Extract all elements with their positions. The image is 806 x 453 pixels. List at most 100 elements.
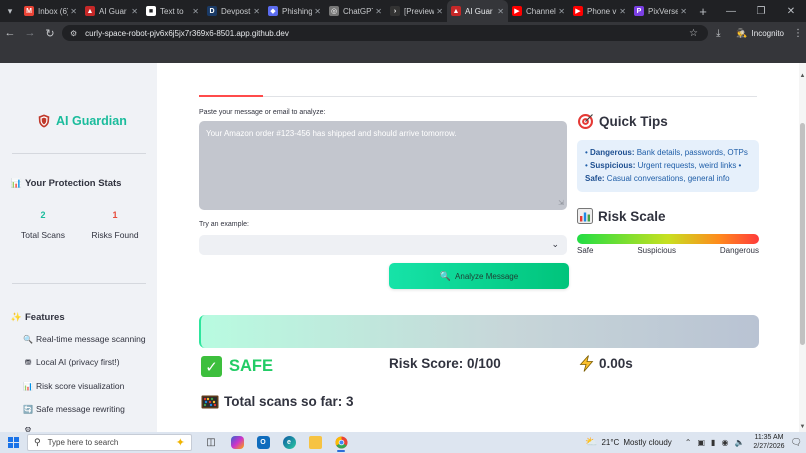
incognito-label: Incognito [751,28,784,38]
taskbar-clock[interactable]: 11:35 AM 2/27/2026 [753,434,784,451]
tab-close-icon[interactable]: ✕ [497,7,504,16]
browser-tab[interactable]: M Inbox (6) ✕ [20,0,81,22]
file-explorer-icon[interactable] [302,432,328,453]
browser-tab[interactable]: ■ Text to ✕ [142,0,203,22]
download-icon[interactable]: ⤓ [706,28,730,39]
browser-tab[interactable]: › [Preview ✕ [386,0,447,22]
tab-favicon-icon: D [207,6,217,16]
refresh-icon: 🔄 [23,404,33,414]
network-icon[interactable]: ▣ [697,438,705,447]
feature-item: ⛃ Local AI (privacy first!) [24,357,120,367]
close-window-icon[interactable]: ✕ [776,0,806,22]
verdict-text: SAFE [229,357,274,375]
scroll-thumb[interactable] [800,123,805,345]
browser-tab[interactable]: ▶ Channel ✕ [508,0,569,22]
stat-value: 1 [112,210,118,220]
wifi-icon[interactable]: ◉ [721,438,728,447]
chart-icon: 📊 [23,381,33,391]
scroll-up-icon[interactable]: ▲ [799,73,806,79]
site-info-icon[interactable]: ⚙ [70,29,77,38]
browser-tab[interactable]: P PixVerse ✕ [630,0,691,22]
tab-close-icon[interactable]: ✕ [314,7,321,16]
streamlit-header-band [0,44,806,63]
chevron-up-icon[interactable]: ⌃ [685,438,692,447]
cloud-icon: ⛅ [584,437,598,448]
sidebar: AI Guardian 📊 Your Protection Stats 2 To… [0,63,157,432]
magnifier-icon: 🔍 [439,270,452,281]
restore-icon[interactable]: ❐ [746,0,776,22]
back-arrow-icon[interactable]: ← [0,22,20,44]
stat-label: Total Scans [21,230,65,240]
risk-scale-heading: Risk Scale [577,208,666,224]
resize-handle-icon[interactable]: ⇲ [558,199,564,208]
tab-title: Inbox (6) [38,6,69,16]
brand-title: AI Guardian [56,114,127,128]
forward-arrow-icon[interactable]: → [20,22,40,44]
analysis-time: 0.00s [579,355,633,372]
scroll-down-icon[interactable]: ▼ [799,424,806,430]
notification-icon[interactable]: 🗨 [791,437,802,448]
tab-close-icon[interactable]: ✕ [436,7,443,16]
stat-label: Risks Found [91,230,139,240]
tab-close-icon[interactable]: ✕ [558,7,565,16]
analysis-time-value: 0.00s [599,356,633,371]
tab-favicon-icon: ◎ [329,6,339,16]
tab-close-icon[interactable]: ✕ [680,7,687,16]
example-select[interactable]: ⌄ [199,235,567,255]
tab-favicon-icon: P [634,6,644,16]
browser-tab[interactable]: ▲ AI Guar ✕ [81,0,142,22]
tab-close-icon[interactable]: ✕ [192,7,199,16]
lightning-icon [579,355,594,372]
browser-tab[interactable]: ◎ ChatGPT ✕ [325,0,386,22]
target-icon [578,114,593,129]
tab-title: AI Guar [99,6,127,16]
incognito-indicator[interactable]: 🕵 Incognito [730,28,790,39]
tab-close-icon[interactable]: ✕ [375,7,382,16]
taskbar-search-input[interactable]: ⚲ Type here to search ✦ [27,434,192,451]
total-scans-text: Total scans so far: 3 [224,394,354,409]
page-scrollbar[interactable]: ▲ ▼ [799,63,806,432]
tab-search-icon[interactable]: ▾ [0,0,20,22]
stat-value: 2 [40,210,46,220]
chrome-icon[interactable] [328,432,354,453]
edge-icon[interactable]: e [276,432,302,453]
more-options-icon[interactable]: ⋮ [790,28,806,39]
bar-chart-icon: 📊 [10,178,23,188]
tab-close-icon[interactable]: ✕ [619,7,626,16]
volume-icon[interactable]: 🔈 [734,438,744,447]
task-view-icon[interactable]: ◫ [198,432,224,453]
copilot-icon[interactable] [224,432,250,453]
active-tab-indicator [199,95,263,97]
battery-icon[interactable]: ▮ [711,438,715,447]
windows-start-icon[interactable] [3,432,23,453]
address-bar[interactable]: ⚙ curly-space-robot-pjv6x6j5jx7r369x6-85… [62,25,708,41]
analyze-message-button[interactable]: 🔍 Analyze Message [389,263,569,289]
reload-icon[interactable]: ↻ [40,22,60,44]
tab-title: Text to [160,6,184,16]
weather-widget[interactable]: ⛅ 21°C Mostly cloudy [585,437,672,448]
sidebar-brand: AI Guardian [38,114,127,128]
tab-close-icon[interactable]: ✕ [70,7,77,16]
tab-close-icon[interactable]: ✕ [131,7,138,16]
new-tab-button[interactable]: + [695,4,711,19]
sidebar-divider [12,153,146,154]
minimize-icon[interactable]: — [716,0,746,22]
outlook-icon[interactable]: O [250,432,276,453]
message-textarea[interactable]: Your Amazon order #123-456 has shipped a… [199,121,567,210]
browser-tab[interactable]: ▲ AI Guar ✕ [447,0,508,22]
clock-date: 2/27/2026 [753,442,785,450]
browser-tab[interactable]: D Devpost ✕ [203,0,264,22]
browser-tab[interactable]: ◆ Phishing ✕ [264,0,325,22]
sidebar-divider [12,283,146,284]
system-tray: ⛅ 21°C Mostly cloudy ⌃ ▣ ▮ ◉ 🔈 11:35 AM … [585,432,806,453]
tab-close-icon[interactable]: ✕ [253,7,260,16]
total-scans: Total scans so far: 3 [201,394,354,409]
tab-favicon-icon: › [390,6,400,16]
tab-title: Devpost [221,6,251,16]
browser-tab[interactable]: ▶ Phone v ✕ [569,0,630,22]
verdict: ✓ SAFE [201,356,273,377]
risk-label-safe: Safe [577,246,594,255]
sparkles-icon: ✨ [10,312,23,322]
message-text: Your Amazon order #123-456 has shipped a… [206,129,457,138]
star-icon[interactable]: ☆ [689,28,698,39]
